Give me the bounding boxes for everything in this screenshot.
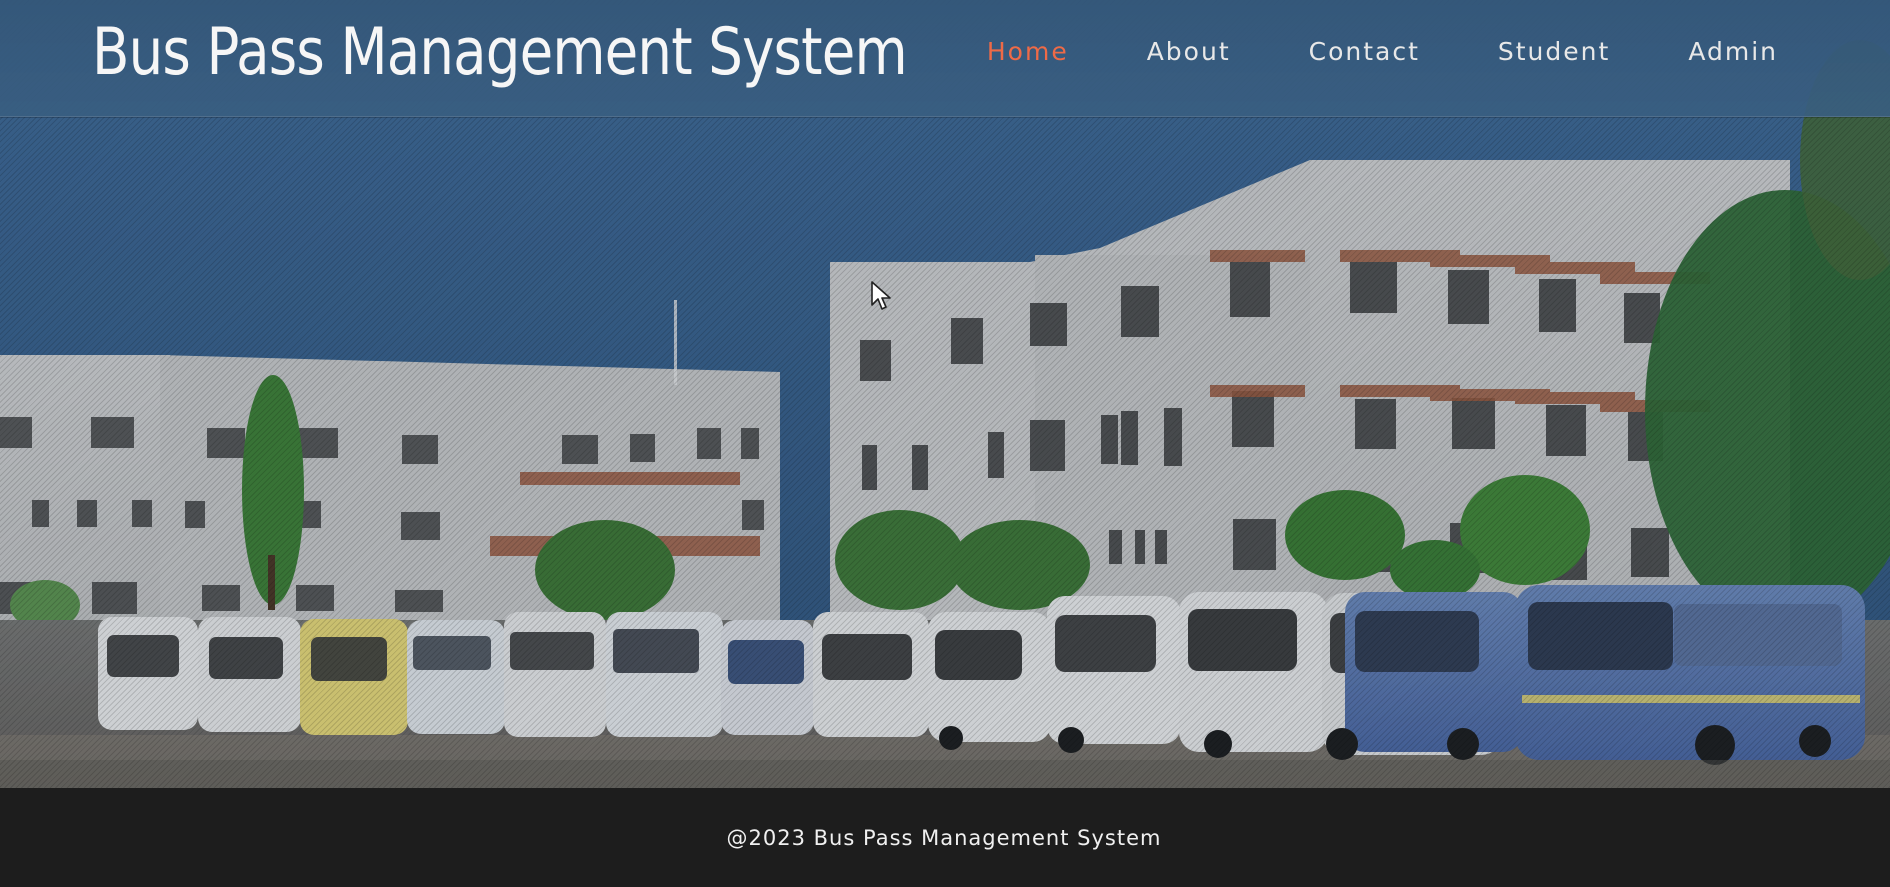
mouse-cursor-icon	[871, 281, 891, 310]
page-root: Bus Pass Management System Home About Co…	[0, 0, 1890, 887]
nav-student[interactable]: Student	[1498, 37, 1610, 67]
nav-contact[interactable]: Contact	[1309, 37, 1420, 67]
page-footer: @2023 Bus Pass Management System	[0, 788, 1890, 887]
site-title: Bus Pass Management System	[92, 15, 908, 90]
main-navigation: Home About Contact Student Admin	[987, 37, 1778, 67]
nav-admin[interactable]: Admin	[1688, 37, 1778, 67]
nav-home[interactable]: Home	[987, 37, 1069, 67]
footer-copyright: @2023 Bus Pass Management System	[726, 825, 1162, 850]
hero-photo	[0, 0, 1890, 788]
nav-about[interactable]: About	[1147, 37, 1231, 67]
campus-buildings-and-buses-photo	[0, 0, 1890, 788]
top-header: Bus Pass Management System Home About Co…	[0, 0, 1890, 117]
